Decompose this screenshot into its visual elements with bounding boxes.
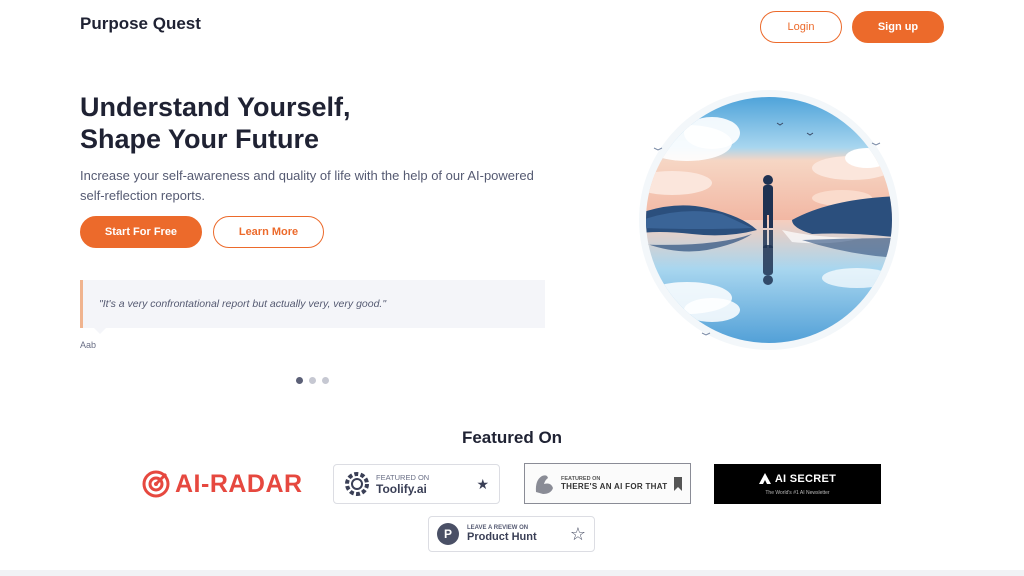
arm-icon	[535, 474, 553, 494]
toolify-badge[interactable]: FEATURED ON Toolify.ai ★	[333, 464, 500, 504]
ai-secret-logo-icon	[758, 473, 771, 484]
ai-secret-badge[interactable]: AI SECRET The World's #1 AI Newsletter	[714, 464, 881, 504]
star-outline-icon: ☆	[569, 523, 586, 544]
quote-pointer	[94, 328, 106, 334]
hero-title-line-2: Shape Your Future	[80, 124, 320, 154]
ai-radar-badge[interactable]: AI-RADAR	[142, 467, 303, 501]
ai-secret-name: AI SECRET	[774, 472, 837, 485]
signup-button[interactable]: Sign up	[852, 11, 944, 43]
site-logo[interactable]: Purpose Quest	[80, 14, 201, 34]
hero-title-line-1: Understand Yourself,	[80, 92, 351, 122]
learn-more-button[interactable]: Learn More	[213, 216, 324, 248]
login-button[interactable]: Login	[760, 11, 842, 43]
ai-secret-tagline: The World's #1 AI Newsletter	[765, 489, 830, 496]
theres-an-ai-for-that-badge[interactable]: FEATURED ON THERE'S AN AI FOR THAT	[524, 463, 691, 504]
star-icon: ★	[476, 475, 489, 492]
hero-subtitle: Increase your self-awareness and quality…	[80, 168, 534, 203]
carousel-dot-3[interactable]	[322, 377, 329, 384]
carousel-dot-2[interactable]	[309, 377, 316, 384]
ph-name: Product Hunt	[467, 531, 537, 543]
product-hunt-badge[interactable]: P LEAVE A REVIEW ON Product Hunt ☆	[428, 516, 595, 552]
radar-icon	[142, 470, 170, 498]
toolify-name: Toolify.ai	[376, 481, 427, 496]
hero-title: Understand Yourself, Shape Your Future	[80, 91, 500, 155]
featured-on-heading: Featured On	[461, 428, 563, 447]
toolify-featured-label: FEATURED ON	[376, 472, 430, 482]
bottom-section-edge	[0, 570, 1024, 576]
carousel-dot-1[interactable]	[296, 377, 303, 384]
bookmark-icon	[674, 476, 682, 491]
carousel-dots	[296, 377, 329, 384]
aifor-name: THERE'S AN AI FOR THAT	[561, 482, 668, 491]
toolify-gear-icon	[345, 472, 369, 496]
start-for-free-button[interactable]: Start For Free	[80, 216, 202, 248]
hero-illustration	[639, 90, 899, 350]
testimonial-quote-box: "It's a very confrontational report but …	[80, 280, 545, 328]
testimonial-quote: "It's a very confrontational report but …	[99, 298, 387, 310]
ai-radar-label: AI-RADAR	[175, 469, 303, 498]
testimonial-author: Aab	[80, 340, 97, 350]
product-hunt-p-icon: P	[437, 523, 459, 545]
